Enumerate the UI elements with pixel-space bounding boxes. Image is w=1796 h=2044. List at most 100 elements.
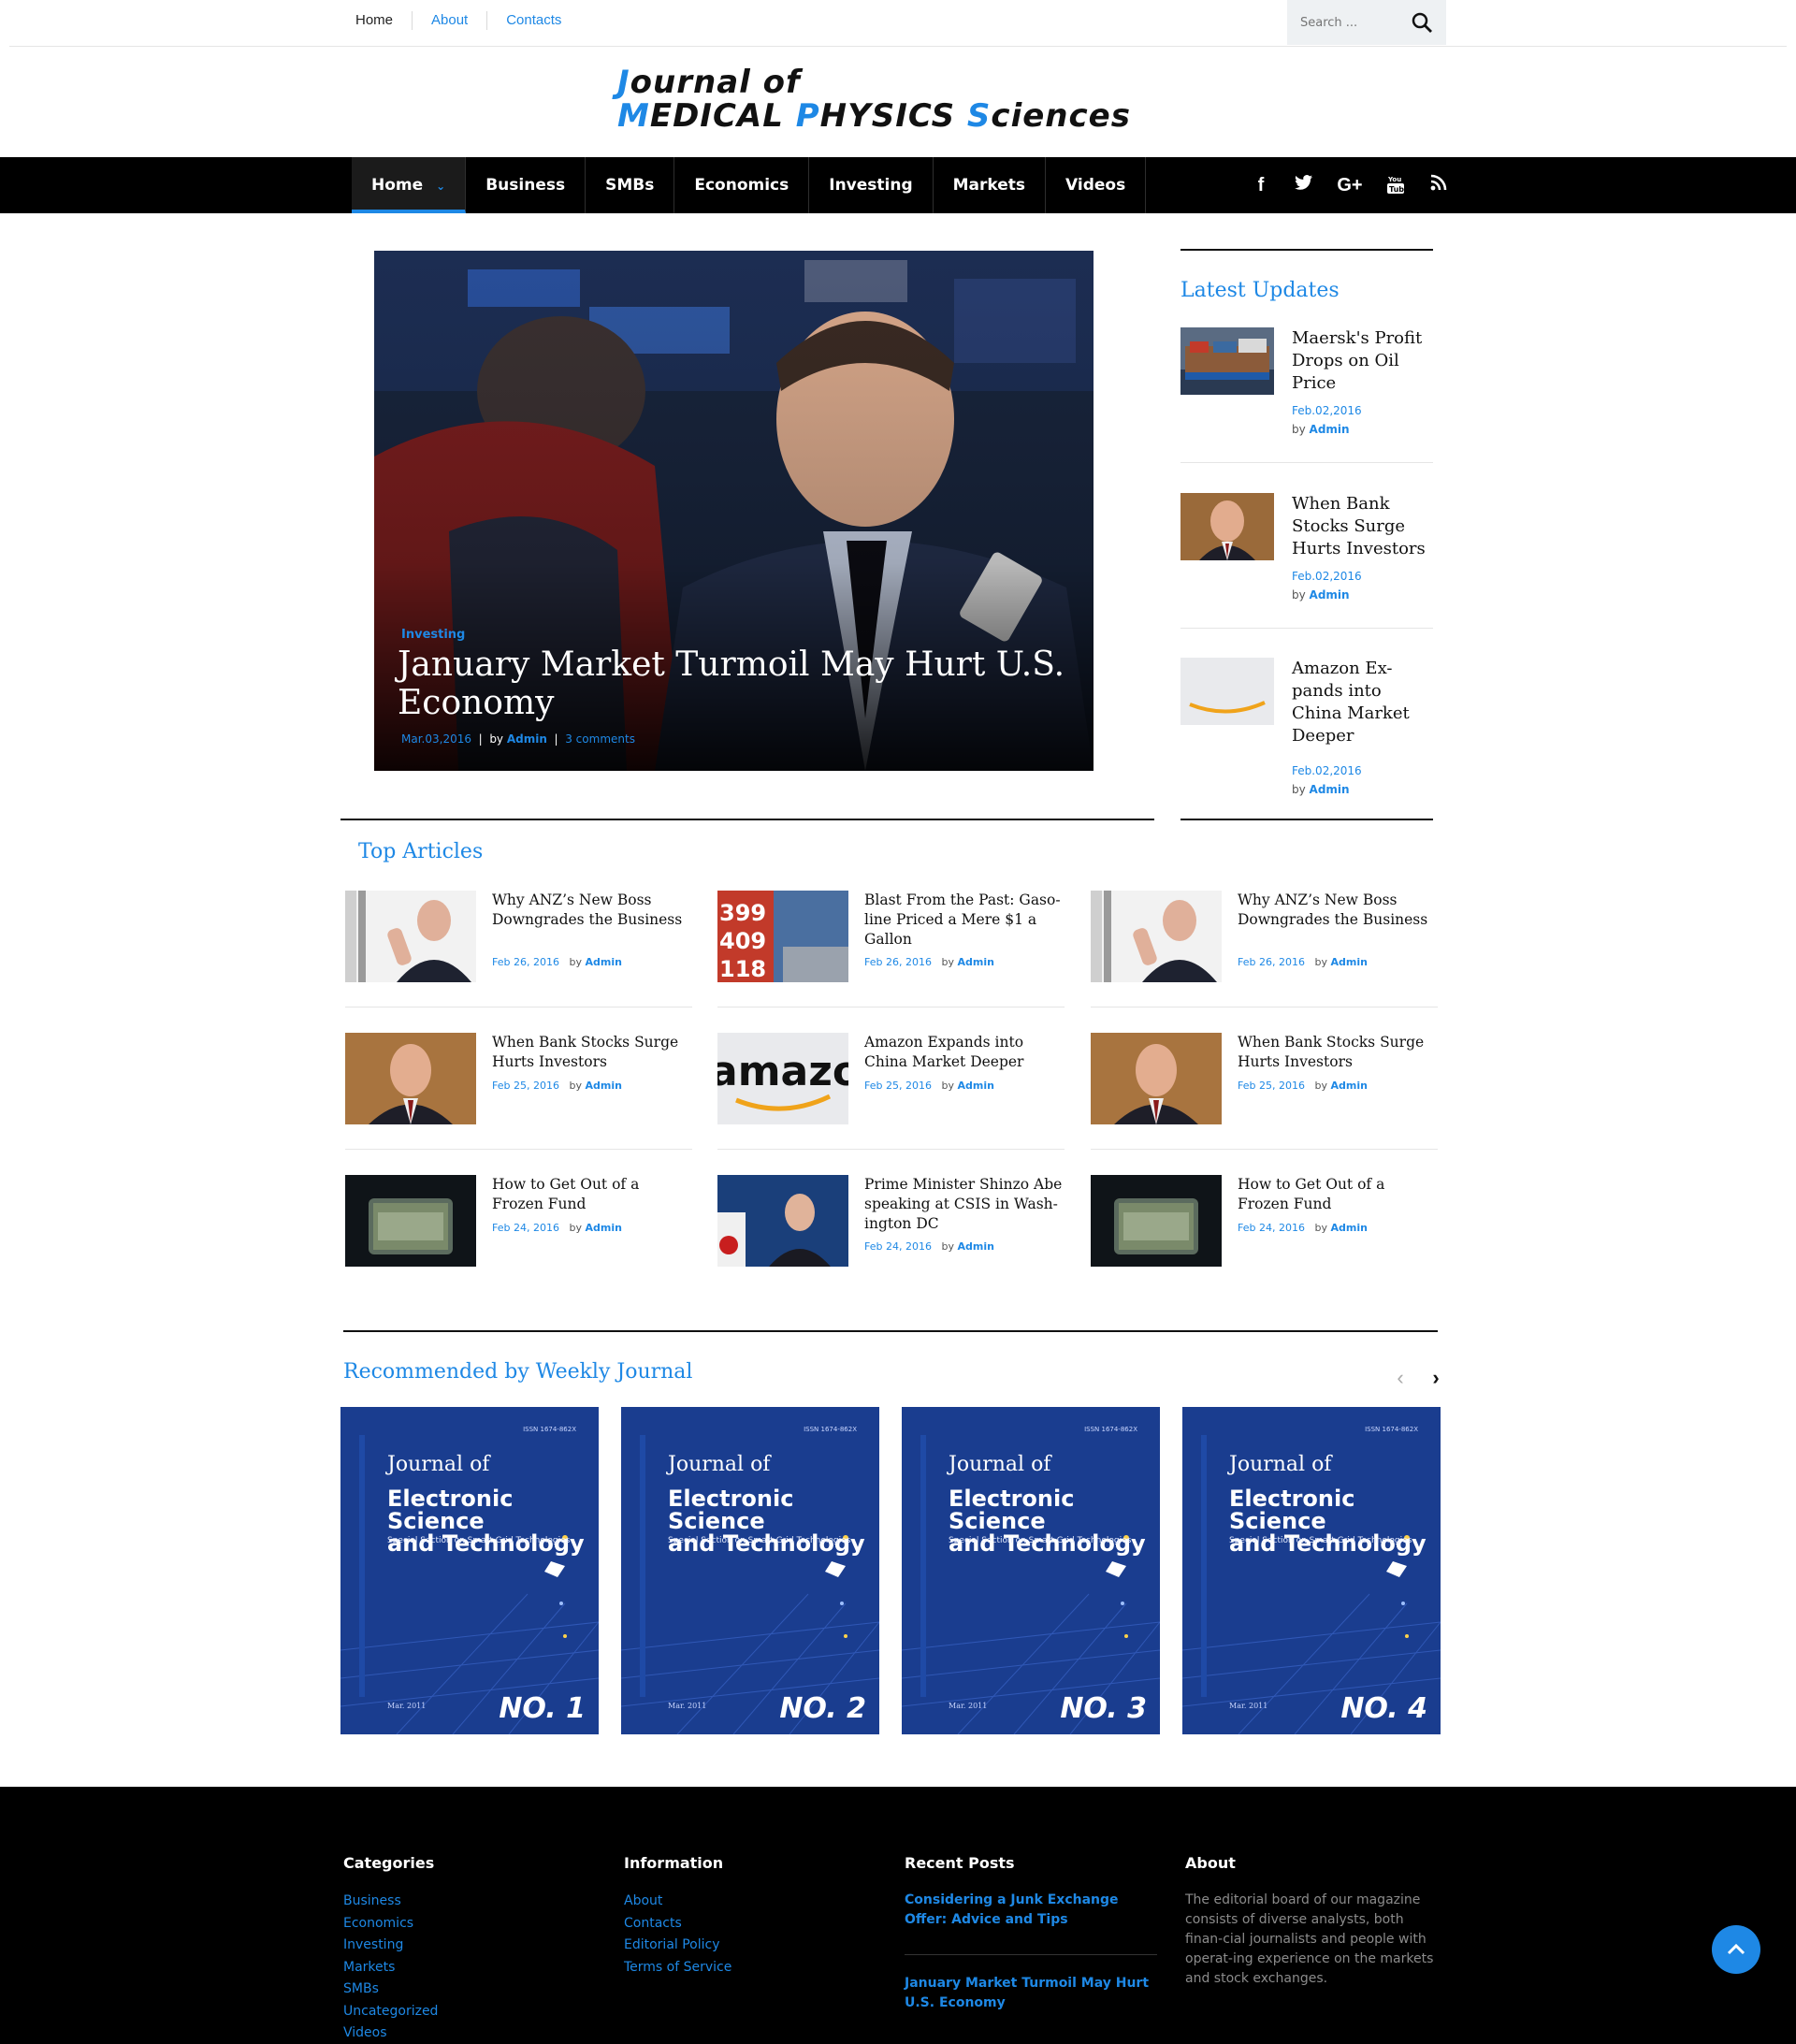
author-link[interactable]: Admin bbox=[585, 1222, 621, 1234]
search-box bbox=[1287, 0, 1446, 45]
chevron-right-icon[interactable]: › bbox=[1427, 1366, 1444, 1390]
chevron-left-icon[interactable]: ‹ bbox=[1392, 1366, 1409, 1390]
svg-text:Tube: Tube bbox=[1389, 185, 1404, 194]
article-thumb bbox=[1091, 1033, 1222, 1124]
footer-link[interactable]: Uncategorized bbox=[343, 2001, 596, 2023]
top-article-item[interactable]: How to Get Out of a Frozen Fund Feb 24, 2… bbox=[1091, 1175, 1437, 1267]
nav-item-business[interactable]: Business bbox=[466, 157, 587, 213]
nav-item-videos[interactable]: Videos bbox=[1046, 157, 1147, 213]
footer-recent-posts: Recent Posts Considering a Junk Exchange… bbox=[905, 1854, 1157, 2013]
latest-title[interactable]: Maersk's Profit Drops on Oil Price bbox=[1292, 327, 1432, 395]
latest-item[interactable]: Maersk's Profit Drops on Oil Price Feb.0… bbox=[1180, 327, 1433, 477]
article-thumb bbox=[345, 1033, 476, 1124]
latest-title[interactable]: Amazon Ex-pands into China Market Deeper bbox=[1292, 658, 1432, 747]
top-article-item[interactable]: When Bank Stocks Surge Hurts Investors Fe… bbox=[345, 1033, 691, 1124]
latest-thumb-banker bbox=[1180, 493, 1274, 560]
chevron-down-icon: ⌄ bbox=[436, 180, 446, 193]
footer-about-text: The editorial board of our magazine cons… bbox=[1185, 1892, 1434, 1986]
hero-category[interactable]: Investing bbox=[401, 628, 465, 642]
latest-heading: Latest Updates bbox=[1180, 279, 1340, 302]
facebook-icon[interactable]: f bbox=[1250, 174, 1272, 200]
author-link[interactable]: Admin bbox=[1310, 783, 1350, 796]
recent-post-link[interactable]: January Market Turmoil May Hurt U.S. Eco… bbox=[905, 1974, 1157, 2013]
footer-link[interactable]: About bbox=[624, 1891, 876, 1913]
article-meta: Feb 26, 2016 by Admin bbox=[492, 956, 622, 968]
recent-post-link[interactable]: Considering a Junk Exchange Offer: Advic… bbox=[905, 1891, 1157, 1930]
rss-icon[interactable] bbox=[1427, 174, 1450, 200]
article-title[interactable]: How to Get Out of a Frozen Fund bbox=[1238, 1175, 1439, 1214]
footer-link[interactable]: Editorial Policy bbox=[624, 1935, 876, 1957]
journal-cover[interactable]: ISSN 1674-862X Journal of Electronic Scien… bbox=[621, 1407, 879, 1734]
article-thumb bbox=[1091, 891, 1222, 982]
article-title[interactable]: How to Get Out of a Frozen Fund bbox=[492, 1175, 693, 1214]
social-links: f G+ You Tube bbox=[1250, 174, 1450, 200]
author-link[interactable]: Admin bbox=[585, 1080, 621, 1092]
top-article-item[interactable]: 399 409 118 Blast From the Past: Gaso-line … bbox=[717, 891, 1064, 982]
latest-item[interactable]: Amazon Ex-pands into China Market Deeper… bbox=[1180, 658, 1433, 807]
nav-item-smbs[interactable]: SMBs bbox=[586, 157, 675, 213]
youtube-icon[interactable]: You Tube bbox=[1384, 174, 1410, 200]
latest-item[interactable]: When Bank Stocks Surge Hurts Investors F… bbox=[1180, 493, 1433, 643]
article-date: Feb 24, 2016 bbox=[864, 1240, 932, 1253]
issue-number: NO. 4 bbox=[1340, 1692, 1427, 1725]
top-article-item[interactable]: amazo Amazon Expands into China Market De… bbox=[717, 1033, 1064, 1124]
top-link-contacts[interactable]: Contacts bbox=[486, 11, 580, 30]
author-link[interactable]: Admin bbox=[1310, 423, 1350, 436]
hero-author-link[interactable]: Admin bbox=[507, 732, 547, 746]
author-link[interactable]: Admin bbox=[957, 1240, 993, 1253]
back-to-top-button[interactable] bbox=[1712, 1925, 1760, 1974]
article-title[interactable]: Blast From the Past: Gaso-line Priced a … bbox=[864, 891, 1065, 950]
footer-link[interactable]: Markets bbox=[343, 1957, 596, 1979]
article-title[interactable]: When Bank Stocks Surge Hurts Investors bbox=[1238, 1033, 1439, 1072]
top-article-item[interactable]: Why ANZ’s New Boss Downgrades the Busine… bbox=[1091, 891, 1437, 982]
twitter-icon[interactable] bbox=[1293, 174, 1315, 200]
author-link[interactable]: Admin bbox=[1330, 1080, 1367, 1092]
nav-item-home[interactable]: Home ⌄ bbox=[352, 157, 467, 213]
top-article-item[interactable]: Prime Minister Shinzo Abe speaking at CS… bbox=[717, 1175, 1064, 1267]
article-date: Feb 26, 2016 bbox=[492, 956, 559, 968]
author-link[interactable]: Admin bbox=[1310, 588, 1350, 602]
nav-item-investing[interactable]: Investing bbox=[809, 157, 934, 213]
google-plus-icon[interactable]: G+ bbox=[1336, 174, 1364, 200]
top-link-about[interactable]: About bbox=[412, 11, 486, 30]
hero-title[interactable]: January Market Turmoil May Hurt U.S. Eco… bbox=[398, 645, 1071, 722]
footer-link[interactable]: Contacts bbox=[624, 1913, 876, 1935]
footer-link[interactable]: Business bbox=[343, 1891, 596, 1913]
footer-link[interactable]: Terms of Service bbox=[624, 1957, 876, 1979]
top-article-item[interactable]: How to Get Out of a Frozen Fund Feb 24, 2… bbox=[345, 1175, 691, 1267]
article-title[interactable]: Why ANZ’s New Boss Downgrades the Busine… bbox=[492, 891, 693, 930]
recommended-heading: Recommended by Weekly Journal bbox=[343, 1360, 693, 1384]
footer-link[interactable]: SMBs bbox=[343, 1979, 596, 2001]
top-articles-heading: Top Articles bbox=[358, 840, 484, 863]
issue-number: NO. 2 bbox=[779, 1692, 866, 1725]
journal-cover[interactable]: ISSN 1674-862X Journal of Electronic Scien… bbox=[340, 1407, 599, 1734]
article-title[interactable]: Why ANZ’s New Boss Downgrades the Busine… bbox=[1238, 891, 1439, 930]
journal-cover[interactable]: ISSN 1674-862X Journal of Electronic Scien… bbox=[1182, 1407, 1441, 1734]
svg-text:amazo: amazo bbox=[717, 1048, 848, 1095]
author-link[interactable]: Admin bbox=[1330, 1222, 1367, 1234]
site-logo[interactable]: Journal of MEDICAL PHYSICS Sciences bbox=[617, 65, 1235, 136]
article-title[interactable]: When Bank Stocks Surge Hurts Investors bbox=[492, 1033, 693, 1072]
author-link[interactable]: Admin bbox=[1330, 956, 1367, 968]
hero-article[interactable]: Investing January Market Turmoil May Hur… bbox=[374, 251, 1094, 771]
top-article-item[interactable]: Why ANZ’s New Boss Downgrades the Busine… bbox=[345, 891, 691, 982]
nav-item-economics[interactable]: Economics bbox=[674, 157, 810, 213]
footer-link[interactable]: Videos bbox=[343, 2022, 596, 2044]
footer-link[interactable]: Investing bbox=[343, 1935, 596, 1957]
top-link-home[interactable]: Home bbox=[337, 11, 412, 30]
footer-link[interactable]: Economics bbox=[343, 1913, 596, 1935]
author-link[interactable]: Admin bbox=[957, 1080, 993, 1092]
latest-title[interactable]: When Bank Stocks Surge Hurts Investors bbox=[1292, 493, 1432, 560]
article-title[interactable]: Prime Minister Shinzo Abe speaking at CS… bbox=[864, 1175, 1065, 1234]
search-icon[interactable] bbox=[1411, 11, 1433, 34]
nav-item-markets[interactable]: Markets bbox=[934, 157, 1047, 213]
author-link[interactable]: Admin bbox=[957, 956, 993, 968]
main-nav: Home ⌄ Business SMBs Economics Investing … bbox=[0, 157, 1796, 213]
article-date: Feb 24, 2016 bbox=[492, 1222, 559, 1234]
search-input[interactable] bbox=[1300, 13, 1403, 32]
article-title[interactable]: Amazon Expands into China Market Deeper bbox=[864, 1033, 1065, 1072]
top-article-item[interactable]: When Bank Stocks Surge Hurts Investors Fe… bbox=[1091, 1033, 1437, 1124]
hero-comments-link[interactable]: 3 comments bbox=[565, 732, 635, 746]
author-link[interactable]: Admin bbox=[585, 956, 621, 968]
journal-cover[interactable]: ISSN 1674-862X Journal of Electronic Scien… bbox=[902, 1407, 1160, 1734]
